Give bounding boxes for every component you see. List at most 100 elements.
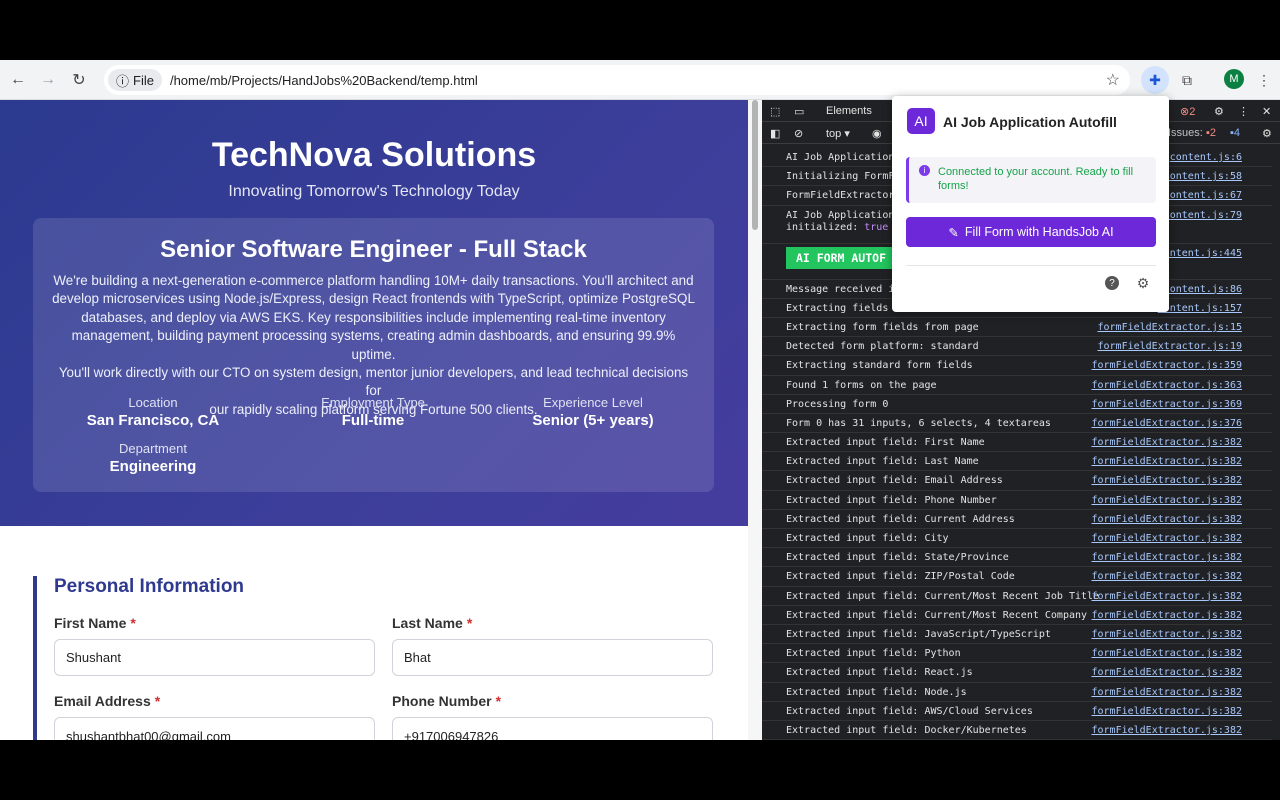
field-label-text: Phone Number <box>392 693 492 709</box>
chrome-menu-icon[interactable]: ⋮ <box>1250 66 1278 94</box>
console-row: Extracted input field: First Name formFie… <box>762 433 1272 453</box>
fill-form-button[interactable]: ✎ Fill Form with HandsJob AI <box>906 217 1156 247</box>
meta-experience-level: Experience Level Senior (5+ years) <box>473 395 713 429</box>
extension-logo: AI <box>907 108 935 134</box>
company-tagline: Innovating Tomorrow's Technology Today <box>228 183 520 200</box>
console-source-link[interactable]: content.js:157 <box>1158 299 1242 318</box>
meta-value: San Francisco, CA <box>86 412 220 429</box>
meta-employment-type: Employment Type Full-time <box>253 395 493 429</box>
bookmark-star-icon[interactable]: ☆ <box>1106 70 1120 90</box>
phone-input[interactable]: +917006947826 <box>392 717 713 740</box>
console-row: Extracted input field: ZIP/Postal Code fo… <box>762 567 1272 587</box>
console-source-link[interactable]: content.js:79 <box>1164 206 1242 225</box>
more-options-icon[interactable]: ⋮ <box>1238 105 1249 118</box>
phone-label: Phone Number * <box>392 693 501 709</box>
console-text: initialized: <box>786 221 859 233</box>
tab-elements[interactable]: Elements <box>826 105 872 117</box>
back-icon[interactable]: ← <box>6 68 30 92</box>
console-source-link[interactable]: formFieldExtractor.js:19 <box>1098 337 1243 356</box>
console-source-link[interactable]: formFieldExtractor.js:382 <box>1091 452 1242 471</box>
console-source-link[interactable]: content.js:86 <box>1164 280 1242 299</box>
settings-gear-icon[interactable]: ⚙ <box>1214 105 1224 118</box>
console-source-link[interactable]: formFieldExtractor.js:382 <box>1091 471 1242 490</box>
popup-divider <box>906 265 1156 266</box>
console-row: Extracted input field: Current/Most Rece… <box>762 606 1272 625</box>
pencil-icon: ✎ <box>948 225 959 240</box>
console-source-link[interactable]: formFieldExtractor.js:382 <box>1091 644 1242 663</box>
console-row: Extracted input field: Docker/Kubernetes… <box>762 721 1272 740</box>
issues-message-badge[interactable]: ▪4 <box>1230 127 1240 139</box>
console-message: Extracting fields f <box>786 302 901 314</box>
extension-puzzle-icon[interactable]: ✚ <box>1141 66 1169 94</box>
console-message: Processing form 0 <box>786 398 889 410</box>
reload-icon[interactable]: ↻ <box>67 68 91 92</box>
error-badge[interactable]: ⊗2 <box>1180 105 1195 118</box>
clear-console-icon[interactable]: ⊘ <box>794 127 803 140</box>
console-source-link[interactable]: formFieldExtractor.js:382 <box>1091 433 1242 452</box>
console-row: Form 0 has 31 inputs, 6 selects, 4 texta… <box>762 414 1272 434</box>
profile-avatar[interactable]: M <box>1224 69 1244 89</box>
console-source-link[interactable]: formFieldExtractor.js:363 <box>1091 376 1242 395</box>
console-source-link[interactable]: formFieldExtractor.js:382 <box>1091 702 1242 721</box>
console-source-link[interactable]: content.js:6 <box>1170 148 1242 167</box>
console-row: Extracting form fields from page formFiel… <box>762 318 1272 338</box>
console-source-link[interactable]: formFieldExtractor.js:382 <box>1091 548 1242 567</box>
console-source-link[interactable]: content.js:67 <box>1164 186 1242 205</box>
first-name-label: First Name * <box>54 615 136 631</box>
settings-gear-icon[interactable]: ⚙ <box>1136 275 1150 291</box>
console-source-link[interactable]: formFieldExtractor.js:15 <box>1098 318 1243 337</box>
console-message: Found 1 forms on the page <box>786 379 937 391</box>
address-bar[interactable]: ⓘ File /home/mb/Projects/HandJobs%20Back… <box>104 65 1130 95</box>
console-source-link[interactable]: formFieldExtractor.js:382 <box>1091 587 1242 606</box>
email-label: Email Address * <box>54 693 160 709</box>
sidebar-toggle-icon[interactable]: ◧ <box>770 127 780 140</box>
console-keyword: true <box>864 221 889 233</box>
device-toggle-icon[interactable]: ▭ <box>794 105 804 118</box>
section-accent-bar <box>33 576 37 740</box>
console-source-link[interactable]: formFieldExtractor.js:382 <box>1091 721 1242 740</box>
console-source-link[interactable]: formFieldExtractor.js:382 <box>1091 606 1242 625</box>
console-source-link[interactable]: formFieldExtractor.js:382 <box>1091 625 1242 644</box>
inspect-icon[interactable]: ⬚ <box>770 105 780 118</box>
console-message: Extracting standard form fields <box>786 360 973 372</box>
close-devtools-icon[interactable]: ✕ <box>1262 105 1271 118</box>
scrollbar-thumb[interactable] <box>752 100 758 230</box>
first-name-input[interactable]: Shushant <box>54 639 375 676</box>
console-source-link[interactable]: formFieldExtractor.js:382 <box>1091 491 1242 510</box>
console-source-link[interactable]: formFieldExtractor.js:382 <box>1091 663 1242 682</box>
site-info-chip[interactable]: ⓘ File <box>108 69 162 91</box>
console-message: Extracted input field: React.js <box>786 667 973 679</box>
meta-label: Employment Type <box>321 395 425 410</box>
forward-icon[interactable]: → <box>36 68 60 92</box>
console-source-link[interactable]: formFieldExtractor.js:382 <box>1091 510 1242 529</box>
job-desc-line: databases, and deploy via AWS EKS. Key r… <box>81 309 666 325</box>
console-source-link[interactable]: content.js:445 <box>1158 244 1242 263</box>
section-title: Personal Information <box>54 576 245 597</box>
live-expression-eye-icon[interactable]: ◉ <box>872 127 882 140</box>
email-input[interactable]: shushantbhat00@gmail.com <box>54 717 375 740</box>
last-name-input[interactable]: Bhat <box>392 639 713 676</box>
console-row: Extracted input field: Python formFieldEx… <box>762 644 1272 664</box>
page-scrollbar[interactable] <box>748 100 762 740</box>
web-page: TechNova Solutions Innovating Tomorrow's… <box>0 100 748 740</box>
info-icon: i <box>919 165 930 176</box>
console-row: Extracted input field: Phone Number formF… <box>762 491 1272 510</box>
issues-label[interactable]: Issues: <box>1168 127 1203 139</box>
console-row: Extracted input field: Last Name formFiel… <box>762 452 1272 472</box>
console-source-link[interactable]: formFieldExtractor.js:382 <box>1091 567 1242 586</box>
issues-error-badge[interactable]: ▪2 <box>1206 127 1216 139</box>
console-source-link[interactable]: formFieldExtractor.js:359 <box>1091 356 1242 375</box>
url-text[interactable]: /home/mb/Projects/HandJobs%20Backend/tem… <box>170 73 478 88</box>
console-source-link[interactable]: formFieldExtractor.js:376 <box>1091 414 1242 433</box>
console-source-link[interactable]: formFieldExtractor.js:369 <box>1091 395 1242 414</box>
context-select[interactable]: top ▾ <box>826 127 850 140</box>
info-icon: ⓘ <box>116 73 130 89</box>
console-message: Extracted input field: First Name <box>786 437 985 449</box>
console-row: Found 1 forms on the page formFieldExtrac… <box>762 376 1272 395</box>
help-icon[interactable]: ? <box>1105 276 1119 290</box>
console-settings-icon[interactable]: ⚙ <box>1262 127 1272 140</box>
console-source-link[interactable]: formFieldExtractor.js:382 <box>1091 683 1242 702</box>
extensions-menu-icon[interactable]: ⧉ <box>1173 66 1201 94</box>
console-source-link[interactable]: formFieldExtractor.js:382 <box>1091 529 1242 548</box>
console-source-link[interactable]: content.js:58 <box>1164 167 1242 186</box>
